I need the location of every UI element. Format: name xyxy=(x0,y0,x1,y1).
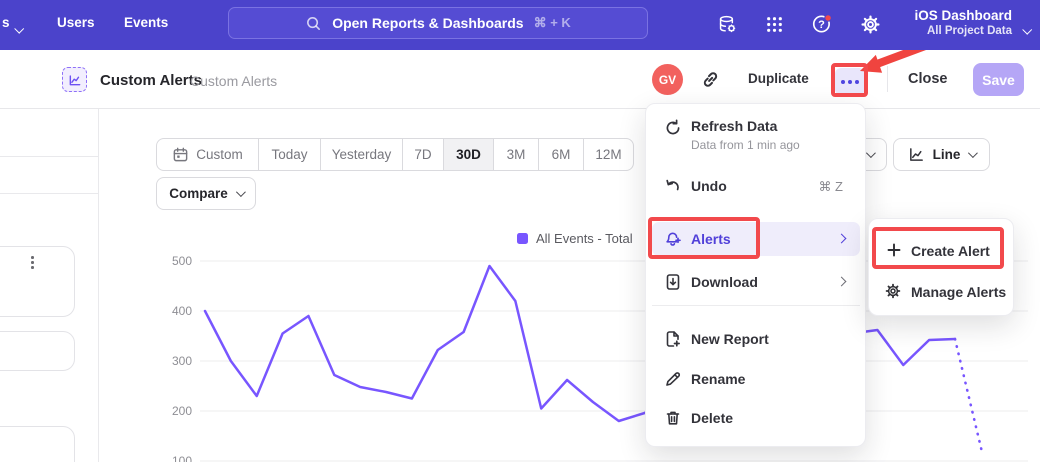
chart-legend: All Events - Total xyxy=(517,231,633,246)
save-button[interactable]: Save xyxy=(973,63,1024,96)
gear-icon xyxy=(884,282,902,300)
database-icon xyxy=(717,14,738,35)
chevron-right-icon xyxy=(837,277,847,287)
svg-text:300: 300 xyxy=(172,354,192,368)
sidebar-card[interactable] xyxy=(0,426,75,462)
copy-link-button[interactable] xyxy=(700,69,722,91)
more-options-menu: Refresh Data Data from 1 min ago Undo ⌘ … xyxy=(645,103,866,447)
sidebar-divider xyxy=(0,156,99,157)
calendar-icon xyxy=(172,146,189,163)
line-chart-icon xyxy=(908,146,925,163)
svg-text:500: 500 xyxy=(172,254,192,268)
search-input[interactable]: Open Reports & Dashboards ⌘ + K xyxy=(228,7,648,39)
menu-divider xyxy=(652,305,860,306)
gear-icon xyxy=(860,14,881,35)
chevron-down-icon xyxy=(15,20,22,38)
search-icon xyxy=(305,15,322,32)
range-7d[interactable]: 7D xyxy=(403,139,444,170)
chevron-down-icon xyxy=(236,187,246,197)
report-type-icon xyxy=(62,67,87,92)
chart-type-button[interactable]: Line xyxy=(893,138,990,171)
range-custom[interactable]: Custom xyxy=(157,139,259,170)
chevron-down-icon xyxy=(866,148,876,158)
left-sidebar xyxy=(0,109,99,462)
range-30d-selected[interactable]: 30D xyxy=(444,139,494,170)
line-chart-icon xyxy=(68,73,82,87)
svg-text:200: 200 xyxy=(172,404,192,418)
search-placeholder: Open Reports & Dashboards xyxy=(332,15,523,31)
range-today[interactable]: Today xyxy=(259,139,321,170)
sidebar-card[interactable] xyxy=(0,246,75,317)
chevron-down-icon xyxy=(1023,21,1030,39)
svg-text:100: 100 xyxy=(172,454,192,462)
link-icon xyxy=(700,69,721,90)
compare-button[interactable]: Compare xyxy=(156,177,256,210)
annotation-rect-more-button xyxy=(831,63,868,97)
annotation-rect-alerts xyxy=(648,217,760,259)
undo-shortcut: ⌘ Z xyxy=(818,179,843,195)
kebab-menu-icon[interactable] xyxy=(31,256,34,269)
annotation-rect-create-alert xyxy=(872,227,1004,269)
search-shortcut: ⌘ + K xyxy=(534,15,571,31)
avatar[interactable]: GV xyxy=(652,64,683,95)
undo-icon xyxy=(664,177,682,195)
page-title: Custom Alerts xyxy=(100,72,202,89)
range-6m[interactable]: 6M xyxy=(539,139,584,170)
download-icon xyxy=(664,273,682,291)
help-icon: ? xyxy=(811,13,833,35)
new-report-icon xyxy=(664,330,682,348)
nav-item-users[interactable]: Users xyxy=(57,15,95,30)
legend-swatch xyxy=(517,233,528,244)
svg-text:?: ? xyxy=(818,19,825,31)
top-navbar: s Users Events Open Reports & Dashboards… xyxy=(0,0,1040,50)
settings-button[interactable] xyxy=(859,13,881,35)
chevron-down-icon xyxy=(968,148,978,158)
range-3m[interactable]: 3M xyxy=(494,139,539,170)
date-range-selector: Custom Today Yesterday 7D 30D 3M 6M 12M xyxy=(156,138,634,171)
project-scope: All Project Data xyxy=(914,24,1012,38)
duplicate-button[interactable]: Duplicate xyxy=(748,71,809,86)
sidebar-divider xyxy=(0,193,99,194)
app-window: 500 400 300 200 100 All Events - Total Custo… xyxy=(0,0,1040,462)
breadcrumb: Custom Alerts xyxy=(190,73,277,89)
range-yesterday[interactable]: Yesterday xyxy=(321,139,403,170)
help-button[interactable]: ? xyxy=(811,13,833,35)
svg-text:400: 400 xyxy=(172,304,192,318)
nav-item-events[interactable]: Events xyxy=(124,15,168,30)
apps-grid-icon xyxy=(765,15,784,34)
refresh-icon xyxy=(664,119,682,137)
legend-label: All Events - Total xyxy=(536,231,633,246)
pencil-icon xyxy=(664,370,682,388)
range-12m[interactable]: 12M xyxy=(584,139,633,170)
sidebar-card[interactable] xyxy=(0,331,75,371)
project-name: iOS Dashboard xyxy=(914,8,1012,24)
trash-icon xyxy=(664,409,682,427)
project-selector[interactable]: iOS Dashboard All Project Data xyxy=(914,8,1012,38)
apps-grid-button[interactable] xyxy=(763,13,785,35)
data-management-button[interactable] xyxy=(716,13,738,35)
nav-item-partial[interactable]: s xyxy=(2,15,10,30)
